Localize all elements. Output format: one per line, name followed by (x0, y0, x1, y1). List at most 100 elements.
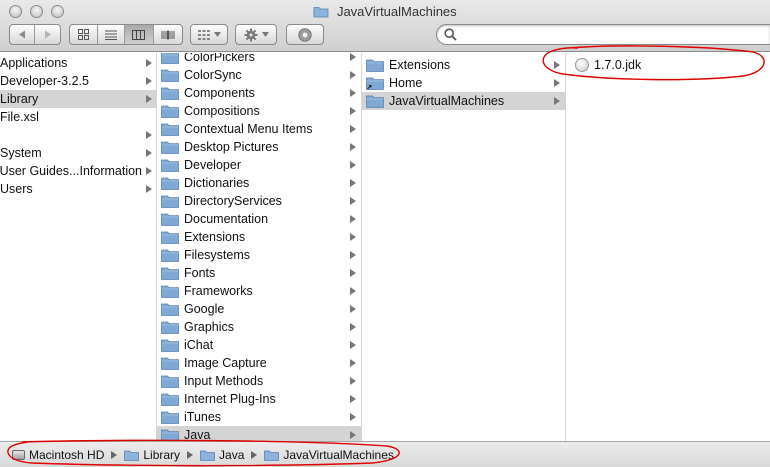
col3-row[interactable]: Extensions (362, 56, 565, 74)
quick-look-button[interactable] (286, 24, 324, 45)
item-label: Graphics (184, 320, 235, 334)
disclosure-arrow-icon (350, 413, 356, 421)
list-view-icon (104, 30, 117, 40)
col2-row[interactable]: Desktop Pictures (157, 138, 361, 156)
disclosure-arrow-icon (350, 323, 356, 331)
disclosure-arrow-icon (350, 53, 356, 61)
path-item-java[interactable]: Java (200, 448, 244, 462)
col2-row[interactable]: DirectoryServices (157, 192, 361, 210)
col1-row[interactable]: System (0, 144, 156, 162)
column-java: Extensions Home JavaVirtualMachines (362, 53, 566, 441)
col2-row-selected[interactable]: Java (157, 426, 361, 441)
item-label: Components (184, 86, 255, 100)
folder-icon (161, 213, 179, 226)
disclosure-arrow-icon (350, 359, 356, 367)
path-item-macintosh-hd[interactable]: Macintosh HD (12, 448, 104, 462)
chevron-left-icon (19, 30, 25, 39)
item-label: ColorSync (184, 68, 242, 82)
folder-icon (313, 7, 329, 18)
search-input[interactable] (461, 27, 761, 42)
disclosure-arrow-icon (350, 305, 356, 313)
jdk-bundle-icon (575, 58, 589, 72)
col2-row[interactable]: Google (157, 300, 361, 318)
gear-icon (244, 28, 257, 41)
disclosure-arrow-icon (554, 97, 560, 105)
folder-icon (366, 59, 384, 72)
col2-row[interactable]: Developer (157, 156, 361, 174)
col2-row[interactable]: ColorPickers (157, 53, 361, 66)
folder-icon (161, 159, 179, 172)
folder-icon (366, 95, 384, 108)
path-separator-icon (111, 450, 118, 459)
col1-row[interactable]: Applications (0, 54, 156, 72)
folder-icon (161, 303, 179, 316)
item-label: File.xsl (0, 110, 39, 124)
col2-row[interactable]: iTunes (157, 408, 361, 426)
disclosure-arrow-icon (350, 341, 356, 349)
col1-row[interactable]: Users (0, 180, 156, 198)
forward-button[interactable] (35, 25, 60, 44)
column-javavirtualmachines: 1.7.0.jdk (566, 53, 770, 441)
col2-row[interactable]: ColorSync (157, 66, 361, 84)
hard-drive-icon (12, 449, 25, 460)
col3-row[interactable]: Home (362, 74, 565, 92)
col2-row[interactable]: Dictionaries (157, 174, 361, 192)
disclosure-arrow-icon (554, 61, 560, 69)
col1-row[interactable] (0, 126, 156, 144)
col1-row[interactable]: User Guides...Information (0, 162, 156, 180)
path-item-label: Macintosh HD (29, 447, 105, 462)
item-label: JavaVirtualMachines (389, 94, 505, 108)
col1-row[interactable]: Developer-3.2.5 (0, 72, 156, 90)
disclosure-arrow-icon (350, 251, 356, 259)
disclosure-arrow-icon (350, 197, 356, 205)
list-view-button[interactable] (98, 25, 126, 44)
folder-icon (161, 87, 179, 100)
folder-icon (161, 195, 179, 208)
column-library: ColorPickers ColorSync Components Compositi… (157, 53, 362, 441)
chevron-right-icon (44, 30, 51, 39)
path-item-library[interactable]: Library (124, 448, 180, 462)
icon-view-button[interactable] (70, 25, 98, 44)
col2-row[interactable]: Frameworks (157, 282, 361, 300)
item-label: Applications (0, 56, 68, 70)
col2-row[interactable]: Extensions (157, 228, 361, 246)
col2-row[interactable]: Internet Plug-Ins (157, 390, 361, 408)
col2-row[interactable]: Graphics (157, 318, 361, 336)
col1-row[interactable]: File.xsl (0, 108, 156, 126)
coverflow-view-button[interactable] (154, 25, 182, 44)
back-button[interactable] (10, 25, 36, 44)
col2-row[interactable]: Components (157, 84, 361, 102)
file-row-jdk[interactable]: 1.7.0.jdk (566, 56, 770, 74)
coverflow-view-icon (161, 30, 175, 39)
col3-row-selected[interactable]: JavaVirtualMachines (362, 92, 565, 110)
eye-icon (298, 27, 312, 42)
path-item-label: JavaVirtualMachines (283, 447, 394, 462)
col1-row-selected[interactable]: Library (0, 90, 156, 108)
col2-row[interactable]: Filesystems (157, 246, 361, 264)
column-view-button[interactable] (125, 25, 154, 44)
disclosure-arrow-icon (350, 395, 356, 403)
disclosure-arrow-icon (146, 95, 152, 103)
col2-row[interactable]: Compositions (157, 102, 361, 120)
folder-icon (161, 429, 179, 441)
col2-row[interactable]: iChat (157, 336, 361, 354)
col2-row[interactable]: Input Methods (157, 372, 361, 390)
col2-row[interactable]: Documentation (157, 210, 361, 228)
item-label: ColorPickers (184, 53, 255, 64)
search-field[interactable] (436, 24, 770, 45)
col2-row[interactable]: Fonts (157, 264, 361, 282)
item-label: Contextual Menu Items (184, 122, 313, 136)
action-button[interactable] (235, 24, 277, 45)
disclosure-arrow-icon (350, 377, 356, 385)
col2-row[interactable]: Contextual Menu Items (157, 120, 361, 138)
item-label: Documentation (184, 212, 269, 226)
path-item-javavirtualmachines[interactable]: JavaVirtualMachines (264, 448, 394, 462)
arrange-button[interactable] (190, 24, 228, 45)
disclosure-arrow-icon (146, 167, 152, 175)
folder-icon (161, 69, 179, 82)
grid-icon (197, 29, 210, 40)
folder-icon (161, 393, 179, 406)
item-label: Google (184, 302, 225, 316)
col2-row[interactable]: Image Capture (157, 354, 361, 372)
folder-icon (161, 411, 179, 424)
